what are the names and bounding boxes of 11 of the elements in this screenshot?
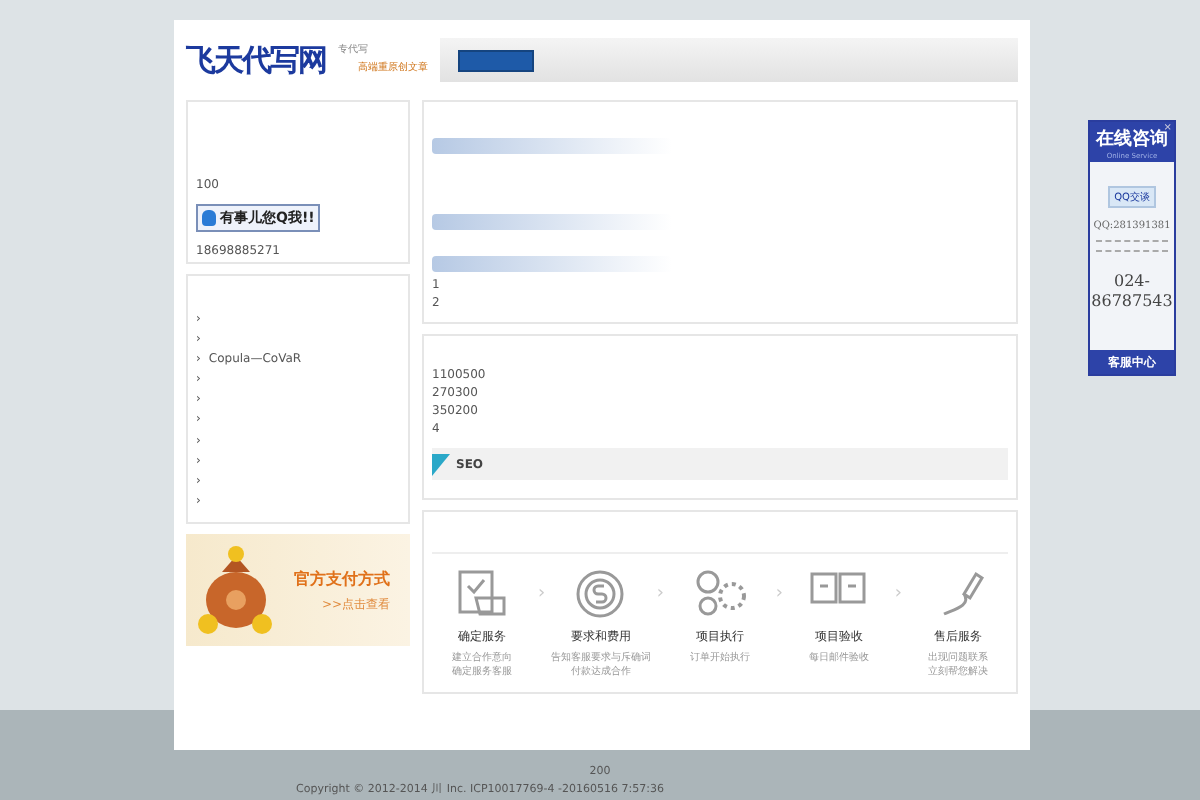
chevron-icon: › [656, 584, 665, 604]
nav-button[interactable] [458, 49, 534, 71]
chevron-icon: › [894, 584, 902, 604]
chevron-icon: › [775, 584, 784, 604]
phone-number: 024-86787543 [1090, 272, 1174, 312]
corner-badge-icon [432, 453, 450, 475]
money-bag-drawing [194, 544, 278, 636]
site-logo[interactable]: 飞天代写网 [186, 41, 326, 79]
chevron-icon: › [537, 584, 546, 604]
banner-title: 官方支付方式 [294, 567, 390, 589]
widget-title: 在线咨询 [1096, 128, 1168, 152]
